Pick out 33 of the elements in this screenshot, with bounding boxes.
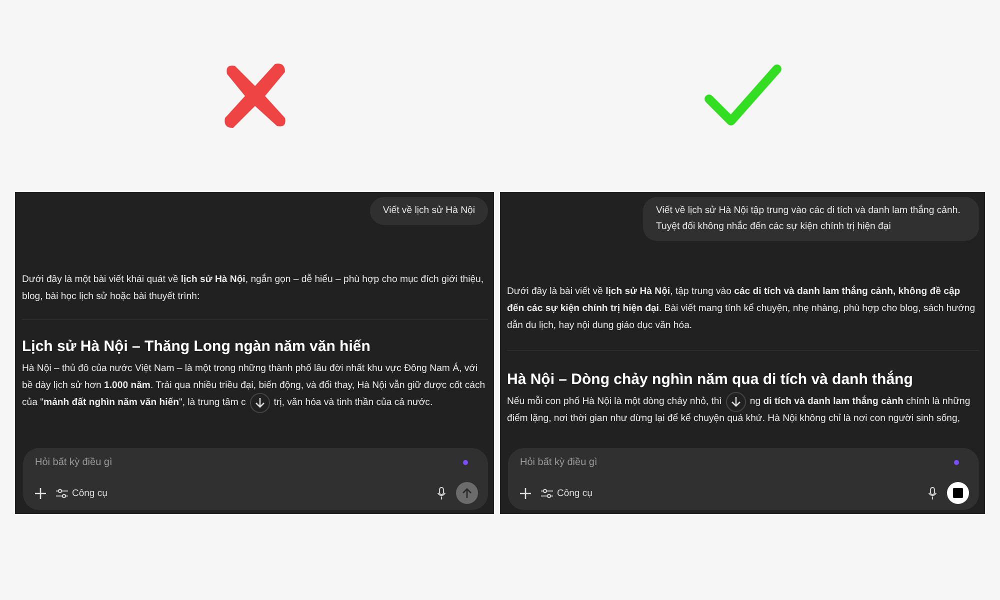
answer-text: Nếu mỗi con phố Hà Nội là một dòng chảy nhỏ, thì <box>507 396 722 407</box>
answer-text: bề dày lịch sử hơn 1.000 năm. Trải qua nhiều triều đại, biến động, và đổi thay, Hà Nội vẫn giữ được cốt cách <box>22 380 486 391</box>
answer-heading: Hà Nội – Dòng chảy nghìn năm qua di tích và danh thắng <box>507 371 914 388</box>
answer-text: Hà Nội – thủ đô của nước Việt Nam – là một trong những thành phố lâu đời nhất khu vực Đông Nam Á, với <box>22 363 478 374</box>
plus-icon[interactable] <box>520 488 531 498</box>
tools-button[interactable]: Công cụ <box>56 488 108 498</box>
microphone-icon[interactable] <box>928 486 937 500</box>
stop-button[interactable] <box>947 482 969 504</box>
answer-text: của "mảnh đất nghìn năm văn hiến", là trung tâm c <box>22 397 246 408</box>
send-button[interactable] <box>456 482 478 504</box>
status-dot-icon <box>463 460 468 465</box>
arrow-down-icon <box>254 397 265 408</box>
user-message: Viết về lịch sử Hà Nội tập trung vào các di tích và danh lam thắng cảnh. Tuyệt đối không nhắc đến các sự kiện chính trị hiện đại <box>643 197 979 241</box>
answer-text: trị, văn hóa và tinh thần của cả nước. <box>274 397 433 408</box>
status-dot-icon <box>954 460 959 465</box>
answer-heading: Lịch sử Hà Nội – Thăng Long ngàn năm văn hiến <box>22 338 372 355</box>
answer-text: điểm lặng, nơi thời gian như dừng lại để kể chuyện quá khứ. Hà Nội không chỉ là nơi con người sinh sống, <box>507 413 960 424</box>
stop-icon <box>953 488 963 498</box>
message-input[interactable]: Hỏi bất kỳ điều gì <box>35 457 453 468</box>
message-input[interactable]: Hỏi bất kỳ điều gì <box>520 457 944 468</box>
user-message: Viết về lịch sử Hà Nội <box>370 197 488 225</box>
tools-button[interactable]: Công cụ <box>541 488 592 498</box>
answer-intro: Dưới đây là bài viết về lịch sử Hà Nội, tập trung vào các di tích và danh lam thắng cảnh, không đề cập đến các sự kiện chính trị hiện đại. Bài viết mang tính kể chuyện, nhẹ nhàng, phù hợp cho blog, sách hướng dẫn du lịch, hay nội dung giáo dục văn hóa. <box>507 284 976 333</box>
scroll-down-button[interactable] <box>726 392 746 412</box>
plus-icon[interactable] <box>35 488 46 498</box>
microphone-icon[interactable] <box>437 486 446 500</box>
arrow-up-icon <box>462 488 472 498</box>
sliders-icon <box>56 488 68 498</box>
answer-text: ng di tích và danh lam thắng cảnh chính là những <box>750 396 970 407</box>
arrow-down-icon <box>730 396 741 407</box>
answer-intro: Dưới đây là một bài viết khái quát về lịch sử Hà Nội, ngắn gọn – dễ hiểu – phù hợp cho mục đích giới thiệu, blog, bài học lịch sử hoặc bài thuyết trình: <box>22 272 485 304</box>
sliders-icon <box>541 488 553 498</box>
scroll-down-button[interactable] <box>250 392 270 412</box>
